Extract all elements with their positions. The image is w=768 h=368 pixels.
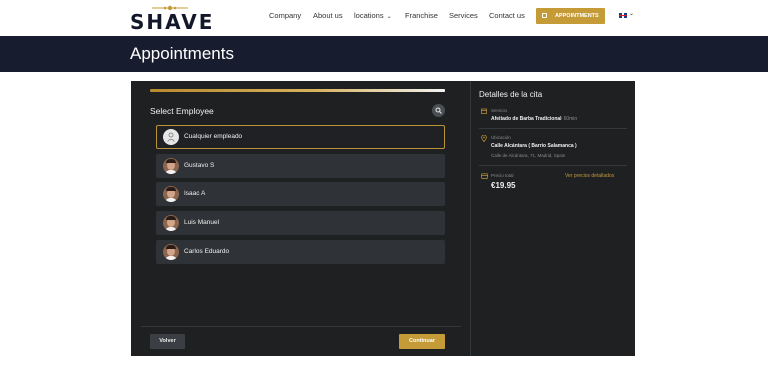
page-title: Appointments (130, 44, 234, 63)
employee-name: Luis Manuel (184, 219, 220, 226)
employee-option-gustavo[interactable]: Gustavo S (156, 154, 445, 178)
progress-bar (150, 89, 445, 92)
nav-label: Franchise (405, 11, 438, 20)
nav-company[interactable]: Company (269, 11, 301, 21)
back-button[interactable]: Volver (150, 334, 185, 349)
user-icon (167, 132, 175, 142)
wallet-icon (481, 173, 488, 179)
service-name: Afeitado de Barba Tradicional (491, 116, 562, 122)
avatar (163, 215, 179, 231)
search-button[interactable] (432, 104, 445, 117)
nav-label: locations (354, 11, 384, 20)
price-value: €19.95 (491, 181, 516, 190)
service-duration: 60min (563, 116, 578, 122)
avatar (163, 186, 179, 202)
location-pin-icon (481, 135, 487, 142)
uk-flag-icon (619, 13, 627, 18)
details-divider (479, 165, 627, 166)
appointments-button[interactable]: APPOINTMENTS (536, 8, 605, 24)
employee-option-carlos[interactable]: Carlos Eduardo (156, 240, 445, 264)
details-title: Detalles de la cita (479, 90, 543, 99)
appointments-label: APPOINTMENTS (555, 13, 599, 19)
logo-text: SHAVE (130, 10, 215, 34)
employee-name: Gustavo S (184, 162, 215, 169)
nav-locations[interactable]: locations ⌄ (354, 11, 392, 22)
nav-franchise[interactable]: Franchise (405, 11, 438, 21)
price-label: Precio total (491, 173, 514, 178)
nav-label: Contact us (489, 11, 525, 20)
chevron-down-icon: ⌄ (629, 11, 635, 17)
employee-option-any[interactable]: Cualquier empleado (156, 125, 445, 149)
site-header: SHAVE Company About us locations ⌄ Franch… (0, 0, 768, 36)
avatar (163, 244, 179, 260)
nav-label: Company (269, 11, 302, 20)
location-address: Calle de Alcántara, 71, Madrid, Spain (491, 153, 566, 158)
location-label: Ubicación (491, 135, 511, 140)
employee-option-isaac[interactable]: Isaac A (156, 182, 445, 206)
location-value: Calle Alcántara ( Barrio Salamanca ) (491, 143, 577, 149)
footer-divider (141, 326, 461, 327)
employee-name: Carlos Eduardo (184, 248, 230, 255)
employee-name: Isaac A (184, 190, 206, 197)
service-value: Afeitado de Barba Tradicional 60min (491, 116, 577, 123)
step-title: Select Employee (150, 106, 214, 116)
chevron-down-icon: ⌄ (386, 14, 392, 20)
avatar (163, 158, 179, 174)
calendar-icon (542, 13, 547, 18)
nav-about-us[interactable]: About us (313, 11, 343, 21)
nav-label: About us (313, 11, 343, 20)
employee-option-luis[interactable]: Luis Manuel (156, 211, 445, 235)
employee-step: Select Employee Cualquier empleado Gusta… (131, 81, 470, 356)
search-icon (435, 107, 442, 114)
avatar (163, 129, 179, 145)
employee-name: Cualquier empleado (184, 133, 243, 140)
detailed-prices-link[interactable]: Ver precios detallados (565, 173, 614, 180)
service-label: Servicio (491, 108, 508, 113)
continue-button[interactable]: Continuar (399, 334, 445, 349)
nav-contact-us[interactable]: Contact us (489, 11, 525, 21)
details-divider (479, 128, 627, 129)
booking-panel: Select Employee Cualquier empleado Gusta… (131, 81, 635, 356)
page-banner: Appointments (0, 36, 768, 72)
shave-logo[interactable]: SHAVE (130, 5, 212, 33)
appointment-details: Detalles de la cita Servicio Afeitado de… (471, 81, 635, 356)
nav-label: Services (449, 11, 478, 20)
service-icon (481, 108, 487, 114)
nav-services[interactable]: Services (449, 11, 478, 21)
